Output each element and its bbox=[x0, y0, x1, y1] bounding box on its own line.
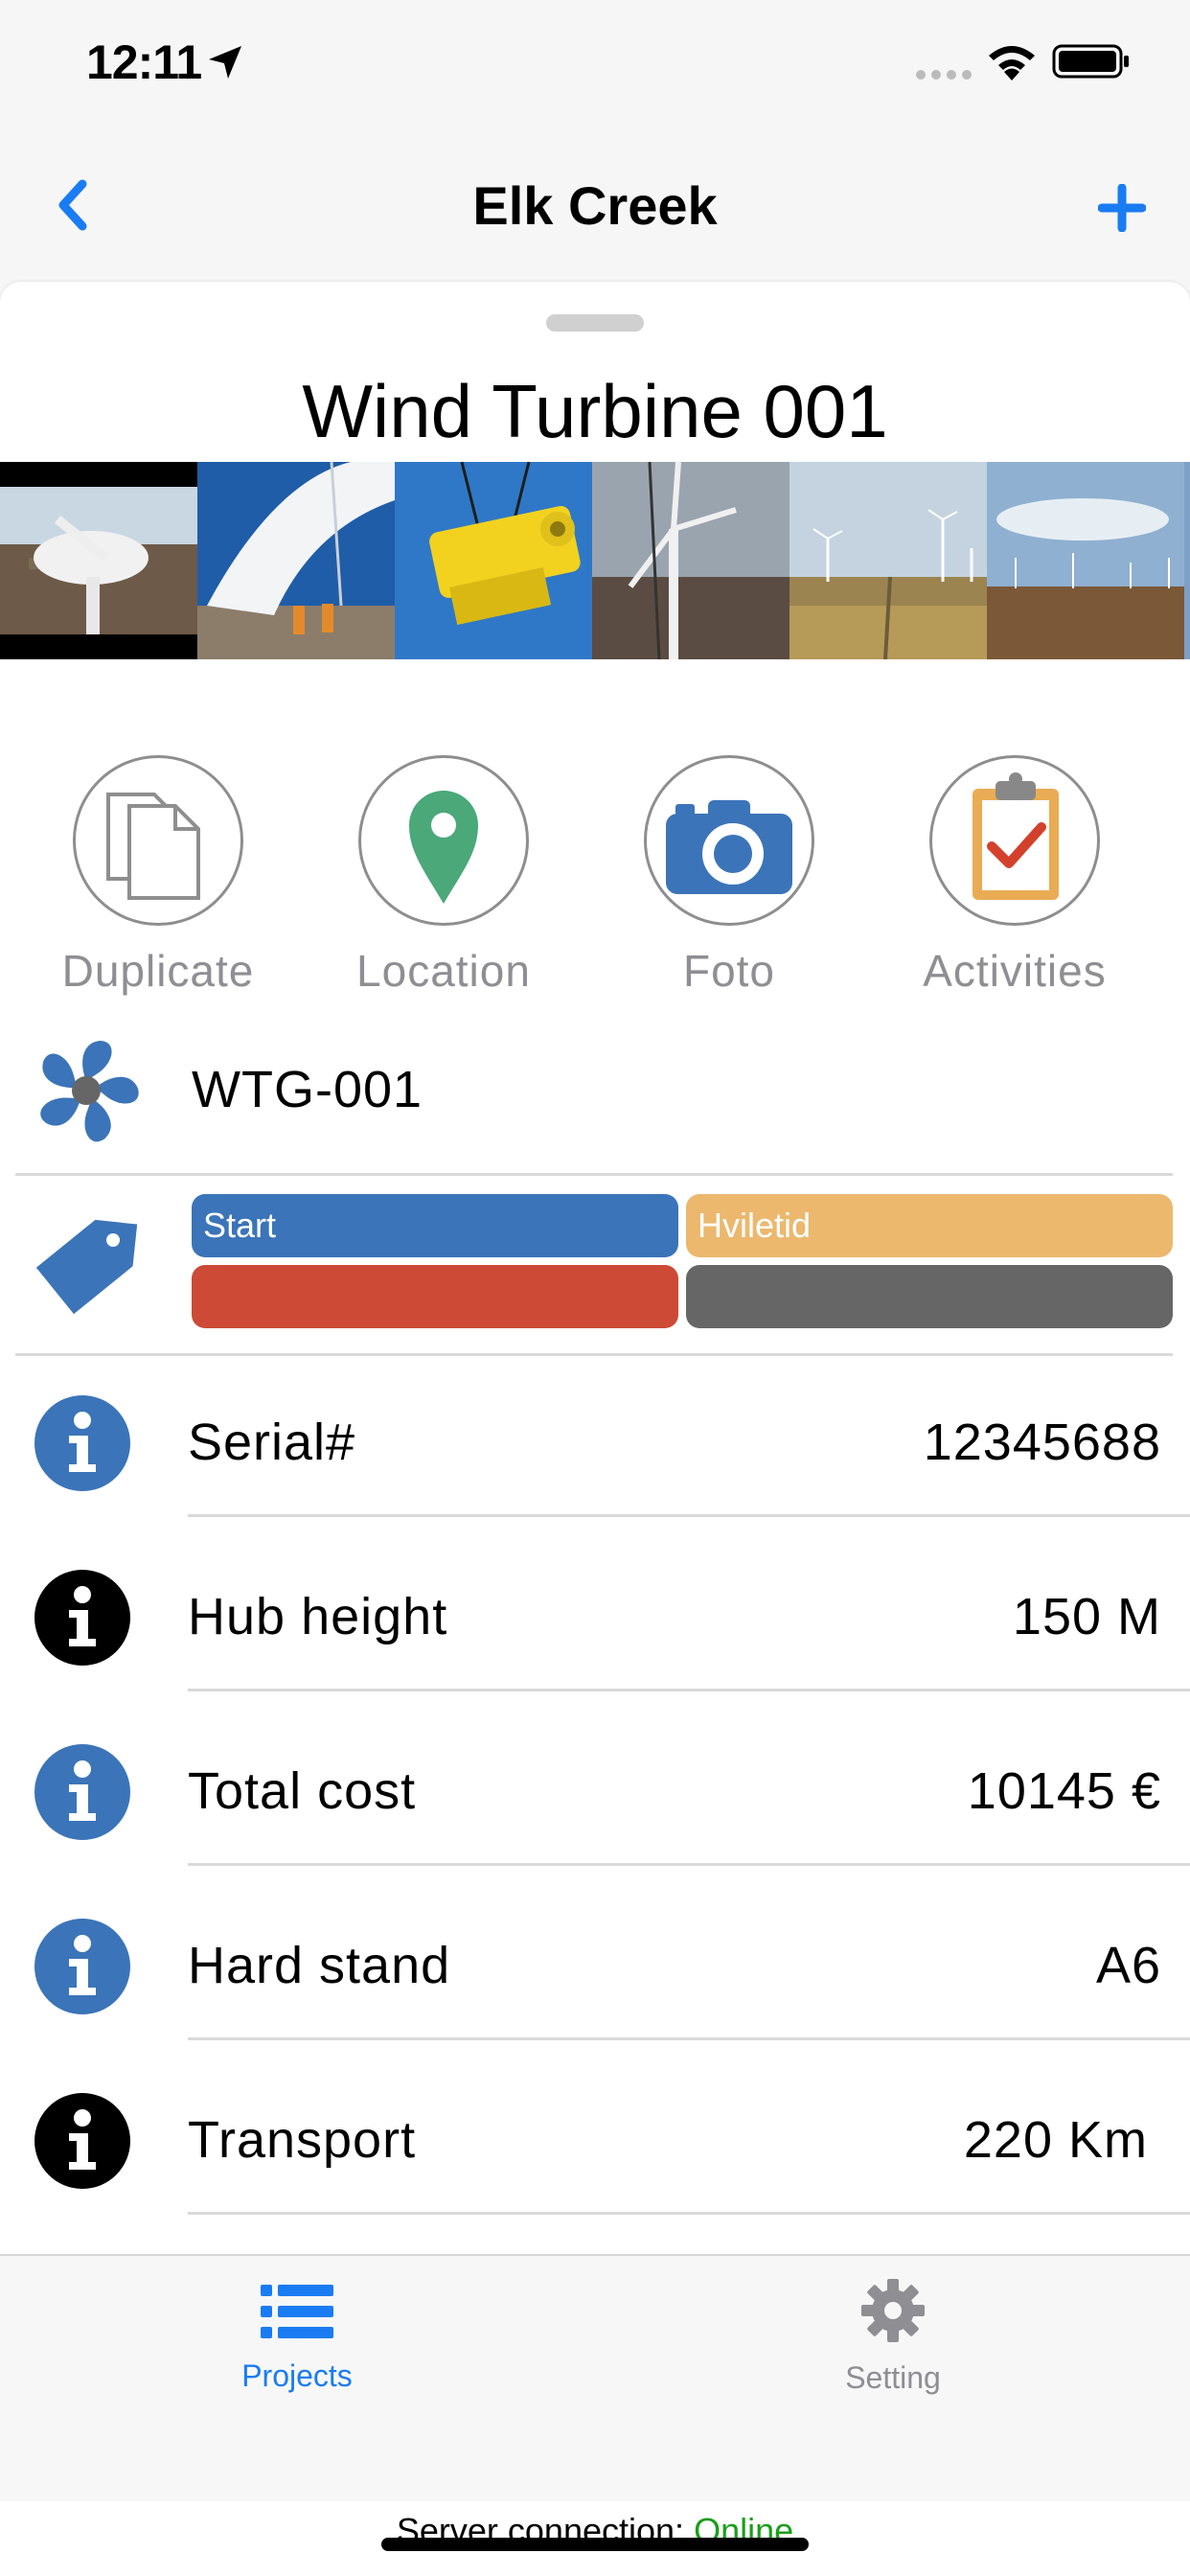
info-row-hard-stand[interactable]: Hard stand A6 bbox=[0, 1880, 1190, 2055]
info-label: Total cost bbox=[188, 1762, 417, 1820]
info-value: 220 Km bbox=[963, 2111, 1148, 2169]
info-row-serial[interactable]: Serial# 12345688 bbox=[0, 1357, 1190, 1531]
tower-crane-photo[interactable] bbox=[592, 462, 790, 659]
duplicate-icon[interactable] bbox=[73, 755, 243, 926]
divider bbox=[188, 2212, 1190, 2215]
cellular-signal-icon bbox=[916, 70, 972, 80]
location-button[interactable]: Location bbox=[300, 755, 587, 997]
tag-start[interactable]: Start bbox=[192, 1194, 678, 1257]
list-icon bbox=[261, 2285, 333, 2338]
navigation-bar: Elk Creek bbox=[0, 126, 1190, 280]
wind-farm-field-photo[interactable] bbox=[790, 462, 987, 659]
divider bbox=[188, 1514, 1190, 1517]
turbine-code-row[interactable]: WTG-001 bbox=[0, 1020, 1190, 1173]
home-indicator[interactable] bbox=[381, 2538, 809, 2551]
status-time: 12:11 bbox=[86, 35, 202, 89]
gear-icon bbox=[861, 2279, 925, 2342]
tag-red[interactable] bbox=[192, 1265, 678, 1328]
info-value: 10145 € bbox=[967, 1762, 1161, 1820]
duplicate-button[interactable]: Duplicate bbox=[14, 755, 302, 997]
tab-projects[interactable]: Projects bbox=[153, 2281, 441, 2394]
turbine-nacelle-photo[interactable] bbox=[0, 462, 197, 659]
sheet-grabber[interactable] bbox=[546, 314, 644, 332]
extra-photo[interactable] bbox=[1184, 462, 1190, 659]
info-icon bbox=[34, 2093, 130, 2189]
tab-projects-label: Projects bbox=[241, 2358, 353, 2393]
info-icon bbox=[34, 1395, 130, 1491]
activities-button[interactable]: Activities bbox=[871, 755, 1158, 997]
tag-icon bbox=[35, 1219, 138, 1315]
location-arrow-icon bbox=[209, 46, 241, 79]
yellow-hub-crane-photo[interactable] bbox=[395, 462, 592, 659]
status-bar: 12:11 bbox=[0, 0, 1190, 126]
info-row-transport[interactable]: Transport 220 Km bbox=[0, 2055, 1190, 2229]
turbine-code: WTG-001 bbox=[192, 1061, 423, 1118]
tab-setting-label: Setting bbox=[845, 2360, 941, 2395]
info-label: Hard stand bbox=[188, 1937, 451, 1994]
location-pin-icon[interactable] bbox=[358, 755, 529, 926]
info-icon bbox=[34, 1919, 130, 2014]
battery-icon bbox=[1052, 44, 1129, 79]
foto-button[interactable]: Foto bbox=[585, 755, 873, 997]
page-title: Elk Creek bbox=[472, 175, 718, 236]
tab-setting[interactable]: Setting bbox=[749, 2277, 1037, 2396]
divider bbox=[15, 1173, 1173, 1176]
info-row-total-cost[interactable]: Total cost 10145 € bbox=[0, 1706, 1190, 1880]
action-row: Duplicate Location Foto Activities bbox=[0, 755, 1190, 997]
info-label: Hub height bbox=[188, 1588, 448, 1645]
tag-hviletid[interactable]: Hviletid bbox=[686, 1194, 1173, 1257]
info-label: Transport bbox=[188, 2111, 417, 2169]
divider bbox=[15, 1353, 1173, 1356]
info-icon bbox=[34, 1744, 130, 1840]
info-icon bbox=[34, 1570, 130, 1666]
clipboard-check-icon[interactable] bbox=[929, 755, 1100, 926]
foto-label: Foto bbox=[682, 946, 776, 996]
info-value: A6 bbox=[1095, 1937, 1161, 1994]
duplicate-label: Duplicate bbox=[61, 946, 255, 996]
divider bbox=[188, 1863, 1190, 1866]
turbine-title: Wind Turbine 001 bbox=[302, 369, 888, 453]
divider bbox=[188, 2037, 1190, 2040]
info-value: 150 M bbox=[1012, 1588, 1161, 1645]
turbine-blade-photo[interactable] bbox=[197, 462, 395, 659]
tag-gray[interactable] bbox=[686, 1265, 1173, 1328]
activities-label: Activities bbox=[923, 946, 1107, 996]
divider bbox=[188, 1689, 1190, 1691]
info-value: 12345688 bbox=[923, 1414, 1161, 1471]
photo-strip[interactable] bbox=[0, 462, 1190, 659]
info-label: Serial# bbox=[188, 1414, 356, 1471]
wifi-icon bbox=[989, 46, 1035, 80]
wind-farm-horizon-photo[interactable] bbox=[987, 462, 1184, 659]
info-row-hub-height[interactable]: Hub height 150 M bbox=[0, 1531, 1190, 1706]
location-label: Location bbox=[356, 946, 531, 996]
tab-bar: Projects Setting bbox=[0, 2254, 1190, 2503]
tags-row: Start Hviletid bbox=[0, 1177, 1190, 1355]
fan-icon bbox=[40, 1041, 139, 1142]
add-icon[interactable] bbox=[1098, 184, 1146, 232]
camera-icon[interactable] bbox=[644, 755, 814, 926]
